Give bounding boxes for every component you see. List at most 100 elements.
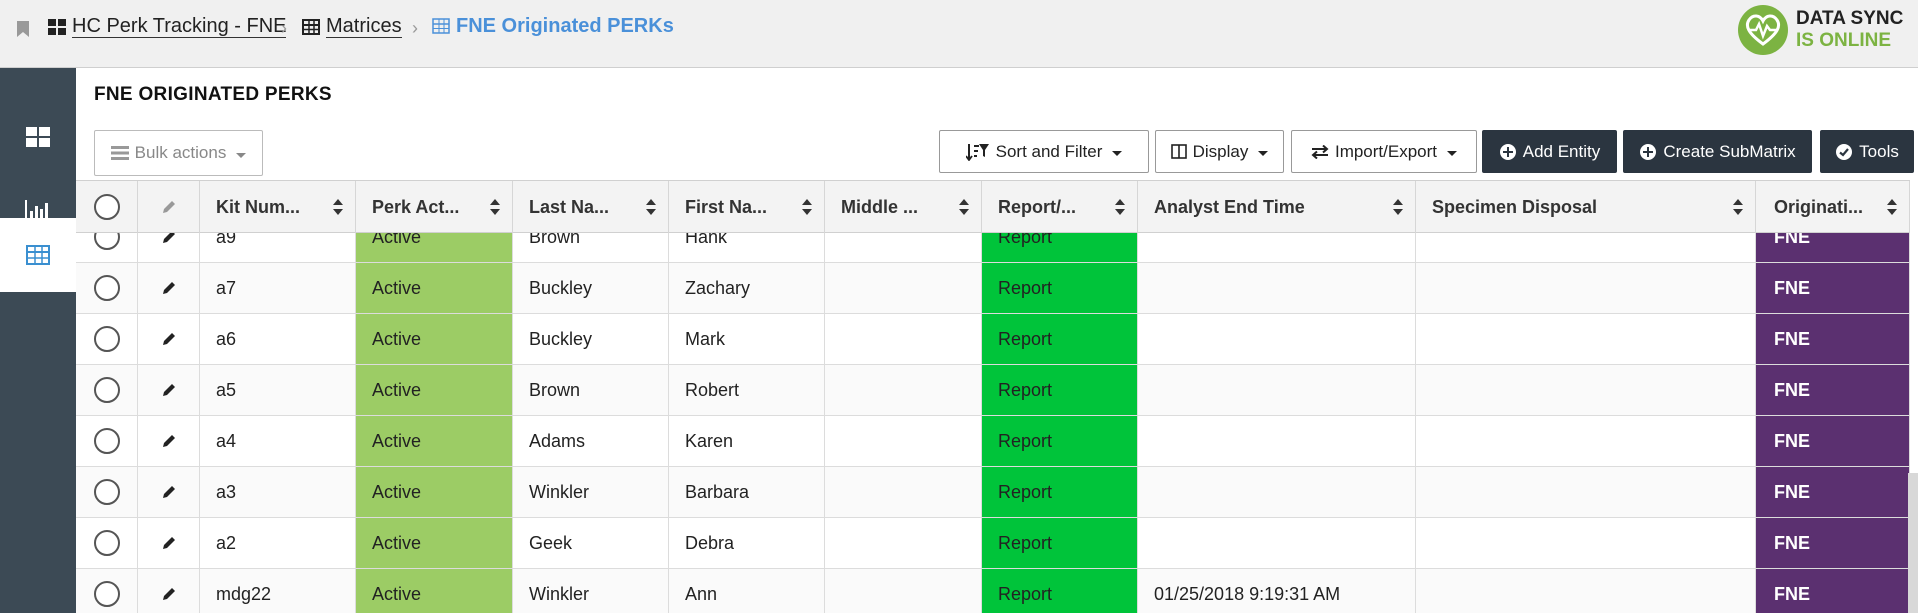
exchange-icon bbox=[1311, 144, 1329, 159]
pencil-icon[interactable] bbox=[161, 433, 177, 449]
row-select-cell[interactable] bbox=[76, 569, 138, 613]
row-select-radio[interactable] bbox=[93, 377, 120, 403]
cell-analyst-end-time bbox=[1138, 416, 1416, 466]
select-all-radio[interactable] bbox=[93, 194, 120, 220]
breadcrumb-label: FNE Originated PERKs bbox=[456, 15, 674, 37]
column-kit-number[interactable]: Kit Num... bbox=[200, 181, 356, 233]
table-row[interactable]: a3 Active Winkler Barbara Report FNE bbox=[76, 467, 1910, 518]
table-row[interactable]: mdg22 Active Winkler Ann Report 01/25/2018 9:… bbox=[76, 569, 1910, 613]
cell-middle-name bbox=[825, 518, 982, 568]
pencil-icon[interactable] bbox=[161, 382, 177, 398]
add-entity-label: Add Entity bbox=[1522, 141, 1601, 161]
sort-icon[interactable] bbox=[1115, 199, 1125, 220]
pencil-icon[interactable] bbox=[161, 484, 177, 500]
edit-cell[interactable] bbox=[138, 263, 200, 313]
heartbeat-icon bbox=[1738, 5, 1788, 55]
sidebar-item-dashboard[interactable] bbox=[0, 100, 76, 174]
column-first-name[interactable]: First Na... bbox=[669, 181, 825, 233]
table-row[interactable]: a6 Active Buckley Mark Report FNE bbox=[76, 314, 1910, 365]
breadcrumb-separator: › bbox=[412, 18, 418, 38]
sort-icon[interactable] bbox=[333, 199, 343, 220]
table-row[interactable]: a5 Active Brown Robert Report FNE bbox=[76, 365, 1910, 416]
row-select-cell[interactable] bbox=[76, 416, 138, 466]
column-label: Originati... bbox=[1774, 196, 1864, 217]
row-select-cell[interactable] bbox=[76, 314, 138, 364]
sort-icon[interactable] bbox=[1887, 199, 1897, 220]
chevron-down-icon bbox=[1447, 151, 1458, 156]
sort-icon[interactable] bbox=[802, 199, 812, 220]
cell-last-name: Adams bbox=[513, 416, 669, 466]
row-select-cell[interactable] bbox=[76, 518, 138, 568]
pencil-icon[interactable] bbox=[161, 535, 177, 551]
column-perk-action[interactable]: Perk Act... bbox=[356, 181, 513, 233]
column-middle-name[interactable]: Middle ... bbox=[825, 181, 982, 233]
add-entity-button[interactable]: Add Entity bbox=[1482, 130, 1617, 173]
row-select-radio[interactable] bbox=[93, 428, 120, 454]
table-icon bbox=[26, 245, 50, 265]
cell-originating: FNE bbox=[1756, 518, 1910, 568]
dashboard-icon bbox=[48, 18, 66, 35]
column-originating[interactable]: Originati... bbox=[1756, 181, 1910, 233]
select-all-column[interactable] bbox=[76, 181, 138, 233]
cell-last-name: Winkler bbox=[513, 467, 669, 517]
pencil-icon[interactable] bbox=[161, 586, 177, 602]
sort-icon[interactable] bbox=[646, 199, 656, 220]
sort-icon[interactable] bbox=[959, 199, 969, 220]
check-circle-icon bbox=[1835, 143, 1853, 161]
column-specimen-disposal[interactable]: Specimen Disposal bbox=[1416, 181, 1756, 233]
bulk-actions-button[interactable]: Bulk actions bbox=[94, 130, 263, 176]
breadcrumb-item-app[interactable]: HC Perk Tracking - FNE bbox=[48, 15, 287, 38]
column-report[interactable]: Report/... bbox=[982, 181, 1138, 233]
column-analyst-end-time[interactable]: Analyst End Time bbox=[1138, 181, 1416, 233]
sort-icon[interactable] bbox=[1393, 199, 1403, 220]
column-label: First Na... bbox=[685, 196, 768, 217]
table-icon bbox=[302, 18, 320, 35]
row-select-radio[interactable] bbox=[93, 275, 120, 301]
table-row[interactable]: a2 Active Geek Debra Report FNE bbox=[76, 518, 1910, 569]
edit-cell[interactable] bbox=[138, 467, 200, 517]
pencil-icon[interactable] bbox=[161, 280, 177, 296]
row-select-cell[interactable] bbox=[76, 467, 138, 517]
row-select-radio[interactable] bbox=[93, 530, 120, 556]
display-button[interactable]: Display bbox=[1155, 130, 1284, 173]
sort-icon[interactable] bbox=[490, 199, 500, 220]
sort-filter-button[interactable]: Sort and Filter bbox=[939, 130, 1149, 173]
cell-specimen-disposal bbox=[1416, 518, 1756, 568]
edit-cell[interactable] bbox=[138, 314, 200, 364]
cell-first-name: Zachary bbox=[669, 263, 825, 313]
cell-perk-action: Active bbox=[356, 263, 513, 313]
import-export-button[interactable]: Import/Export bbox=[1291, 130, 1477, 173]
row-select-cell[interactable] bbox=[76, 365, 138, 415]
column-last-name[interactable]: Last Na... bbox=[513, 181, 669, 233]
table-row[interactable]: a4 Active Adams Karen Report FNE bbox=[76, 416, 1910, 467]
bookmark-icon[interactable] bbox=[16, 20, 30, 38]
table-header: Kit Num... Perk Act... Last Na... First … bbox=[76, 180, 1910, 233]
cell-originating: FNE bbox=[1756, 263, 1910, 313]
vertical-scrollbar[interactable] bbox=[1908, 473, 1918, 613]
sidebar-item-matrices[interactable] bbox=[0, 218, 76, 292]
edit-cell[interactable] bbox=[138, 365, 200, 415]
list-icon bbox=[110, 146, 129, 160]
column-label: Kit Num... bbox=[216, 196, 300, 217]
cell-originating: FNE bbox=[1756, 314, 1910, 364]
edit-cell[interactable] bbox=[138, 518, 200, 568]
row-select-radio[interactable] bbox=[93, 479, 120, 505]
sort-filter-icon bbox=[965, 143, 990, 161]
row-select-cell[interactable] bbox=[76, 263, 138, 313]
cell-analyst-end-time: 01/25/2018 9:19:31 AM bbox=[1138, 569, 1416, 613]
breadcrumb-item-matrices[interactable]: Matrices bbox=[302, 15, 402, 38]
cell-report: Report bbox=[982, 365, 1138, 415]
cell-kit-number: a2 bbox=[200, 518, 356, 568]
pencil-icon[interactable] bbox=[161, 331, 177, 347]
create-submatrix-label: Create SubMatrix bbox=[1663, 141, 1796, 161]
tools-button[interactable]: Tools bbox=[1820, 130, 1914, 173]
sort-icon[interactable] bbox=[1733, 199, 1743, 220]
data-sync-status[interactable]: DATA SYNC IS ONLINE bbox=[1738, 5, 1903, 55]
row-select-radio[interactable] bbox=[93, 581, 120, 607]
create-submatrix-button[interactable]: Create SubMatrix bbox=[1623, 130, 1812, 173]
row-select-radio[interactable] bbox=[93, 326, 120, 352]
edit-cell[interactable] bbox=[138, 416, 200, 466]
cell-analyst-end-time bbox=[1138, 263, 1416, 313]
table-row[interactable]: a7 Active Buckley Zachary Report FNE bbox=[76, 263, 1910, 314]
edit-cell[interactable] bbox=[138, 569, 200, 613]
